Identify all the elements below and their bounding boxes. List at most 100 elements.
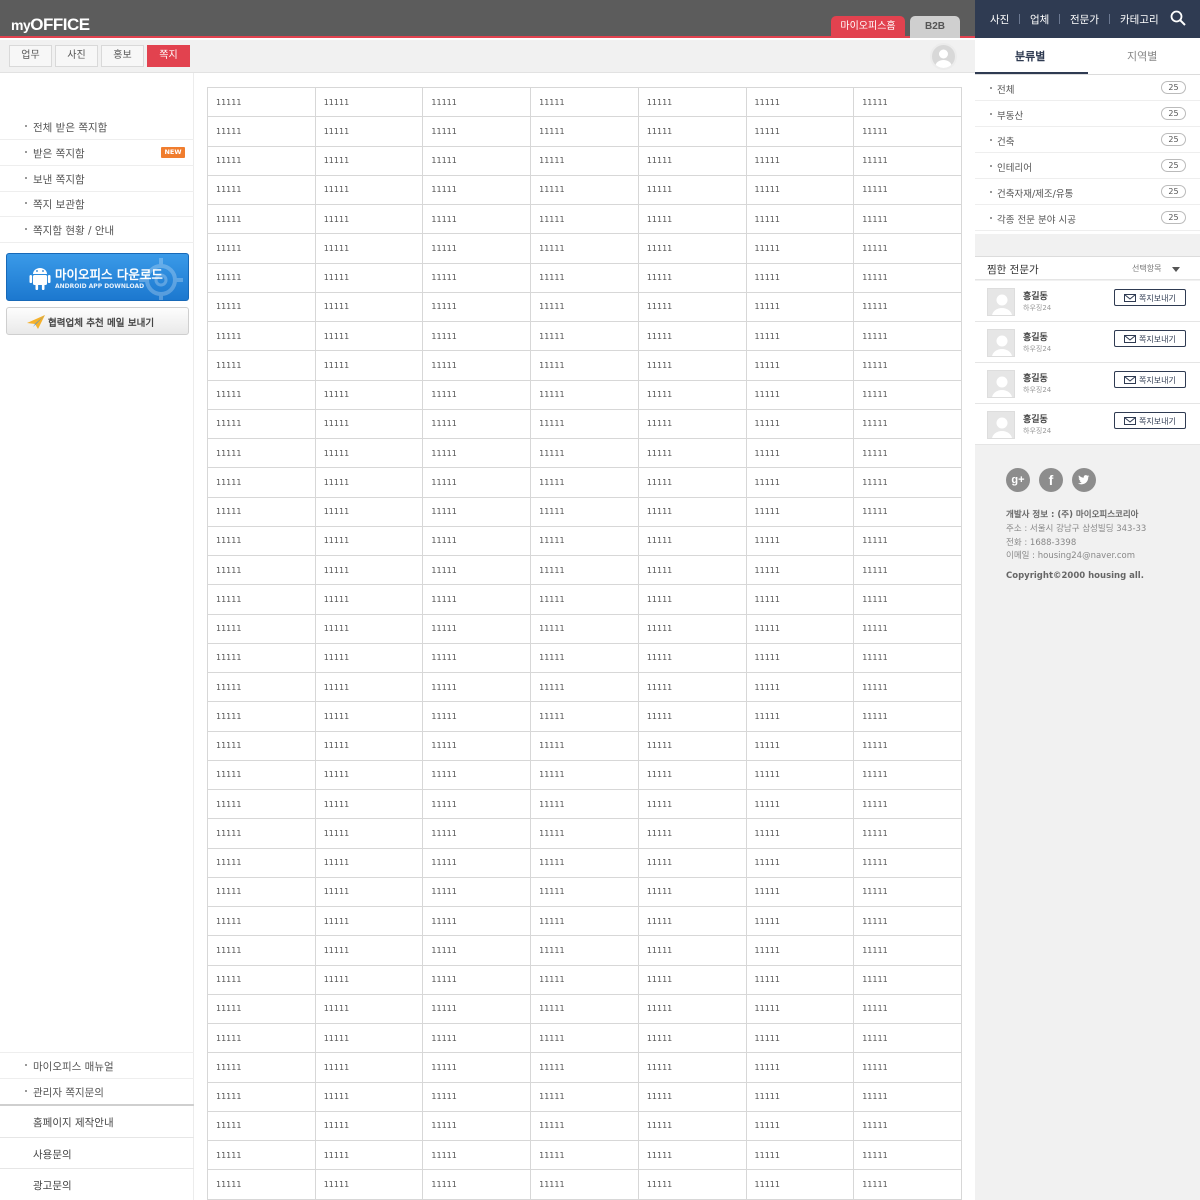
table-cell[interactable]: 11111: [530, 116, 639, 147]
table-cell[interactable]: 11111: [853, 876, 962, 908]
table-cell[interactable]: 11111: [530, 262, 639, 293]
table-cell[interactable]: 11111: [207, 233, 316, 264]
table-cell[interactable]: 11111: [745, 554, 855, 586]
table-cell[interactable]: 11111: [422, 1169, 532, 1200]
table-cell[interactable]: 11111: [314, 876, 424, 908]
table-cell[interactable]: 11111: [853, 467, 962, 498]
table-cell[interactable]: 11111: [745, 320, 855, 352]
table-cell[interactable]: 11111: [422, 262, 532, 293]
table-cell[interactable]: 11111: [530, 496, 639, 527]
table-cell[interactable]: 11111: [745, 1081, 855, 1112]
table-cell[interactable]: 11111: [422, 993, 532, 1025]
table-cell[interactable]: 11111: [530, 993, 639, 1025]
table-cell[interactable]: 11111: [853, 671, 962, 703]
table-cell[interactable]: 11111: [530, 554, 639, 586]
table-cell[interactable]: 11111: [207, 554, 316, 586]
table-cell[interactable]: 11111: [314, 847, 424, 878]
table-cell[interactable]: 11111: [530, 467, 639, 498]
table-cell[interactable]: 11111: [207, 964, 316, 995]
category-architecture[interactable]: 건축 25: [975, 127, 1200, 153]
table-cell[interactable]: 11111: [745, 905, 855, 937]
table-cell[interactable]: 11111: [530, 584, 639, 615]
table-cell[interactable]: 11111: [422, 818, 532, 849]
table-cell[interactable]: 11111: [745, 613, 855, 644]
partner-mail-button[interactable]: 협력업체 추천 메일 보내기: [6, 307, 189, 335]
table-cell[interactable]: 11111: [745, 1169, 855, 1200]
table-cell[interactable]: 11111: [637, 233, 747, 264]
table-cell[interactable]: 11111: [314, 525, 424, 557]
table-cell[interactable]: 11111: [530, 203, 639, 235]
table-cell[interactable]: 11111: [530, 964, 639, 995]
table-cell[interactable]: 11111: [207, 759, 316, 791]
table-cell[interactable]: 11111: [530, 437, 639, 469]
table-cell[interactable]: 11111: [207, 1052, 316, 1083]
table-cell[interactable]: 11111: [314, 584, 424, 615]
table-cell[interactable]: 11111: [422, 437, 532, 469]
table-cell[interactable]: 11111: [530, 145, 639, 176]
table-cell[interactable]: 11111: [422, 935, 532, 966]
table-cell[interactable]: 11111: [637, 964, 747, 995]
table-cell[interactable]: 11111: [745, 379, 855, 410]
table-cell[interactable]: 11111: [207, 905, 316, 937]
table-cell[interactable]: 11111: [853, 203, 962, 235]
table-cell[interactable]: 11111: [207, 1169, 316, 1200]
table-cell[interactable]: 11111: [745, 788, 855, 820]
table-cell[interactable]: 11111: [745, 642, 855, 674]
table-cell[interactable]: 11111: [637, 642, 747, 674]
table-cell[interactable]: 11111: [314, 350, 424, 381]
table-cell[interactable]: 11111: [745, 1052, 855, 1083]
table-cell[interactable]: 11111: [530, 1110, 639, 1142]
send-message-button[interactable]: 쪽지보내기: [1114, 412, 1186, 429]
table-cell[interactable]: 11111: [637, 408, 747, 440]
table-cell[interactable]: 11111: [314, 408, 424, 440]
table-cell[interactable]: 11111: [530, 320, 639, 352]
table-cell[interactable]: 11111: [745, 203, 855, 235]
google-plus-icon[interactable]: g+: [1006, 468, 1030, 492]
table-cell[interactable]: 11111: [207, 788, 316, 820]
table-cell[interactable]: 11111: [422, 847, 532, 878]
table-cell[interactable]: 11111: [314, 467, 424, 498]
table-cell[interactable]: 11111: [853, 935, 962, 966]
android-download-button[interactable]: 마이오피스 다운로드 ANDROID APP DOWNLOAD: [6, 253, 189, 301]
table-cell[interactable]: 11111: [853, 701, 962, 732]
table-cell[interactable]: 11111: [637, 379, 747, 410]
table-cell[interactable]: 11111: [422, 116, 532, 147]
table-cell[interactable]: 11111: [853, 320, 962, 352]
table-cell[interactable]: 11111: [530, 233, 639, 264]
menu-sent[interactable]: 보낸 쪽지함: [0, 166, 194, 192]
menu-homepage-guide[interactable]: 홈페이지 제작안내: [0, 1106, 194, 1137]
table-cell[interactable]: 11111: [745, 876, 855, 908]
table-cell[interactable]: 11111: [314, 964, 424, 995]
table-cell[interactable]: 11111: [853, 262, 962, 293]
table-cell[interactable]: 11111: [637, 525, 747, 557]
table-cell[interactable]: 11111: [637, 701, 747, 732]
table-cell[interactable]: 11111: [314, 1022, 424, 1054]
table-cell[interactable]: 11111: [745, 701, 855, 732]
table-cell[interactable]: 11111: [207, 437, 316, 469]
table-cell[interactable]: 11111: [422, 701, 532, 732]
table-cell[interactable]: 11111: [314, 671, 424, 703]
table-cell[interactable]: 11111: [530, 379, 639, 410]
table-cell[interactable]: 11111: [853, 847, 962, 878]
table-cell[interactable]: 11111: [637, 730, 747, 761]
table-cell[interactable]: 11111: [207, 262, 316, 293]
table-cell[interactable]: 11111: [314, 437, 424, 469]
table-cell[interactable]: 11111: [422, 1081, 532, 1112]
send-message-button[interactable]: 쪽지보내기: [1114, 289, 1186, 306]
table-cell[interactable]: 11111: [422, 788, 532, 820]
table-cell[interactable]: 11111: [422, 1110, 532, 1142]
table-cell[interactable]: 11111: [314, 320, 424, 352]
expert-avatar[interactable]: [987, 329, 1015, 357]
table-cell[interactable]: 11111: [853, 291, 962, 323]
table-cell[interactable]: 11111: [314, 203, 424, 235]
table-cell[interactable]: 11111: [637, 1139, 747, 1171]
table-cell[interactable]: 11111: [530, 876, 639, 908]
table-cell[interactable]: 11111: [637, 935, 747, 966]
table-cell[interactable]: 11111: [530, 525, 639, 557]
table-cell[interactable]: 11111: [314, 262, 424, 293]
table-cell[interactable]: 11111: [207, 1081, 316, 1112]
table-cell[interactable]: 11111: [637, 584, 747, 615]
logo[interactable]: myOFFICE: [11, 15, 90, 35]
table-cell[interactable]: 11111: [853, 554, 962, 586]
table-cell[interactable]: 11111: [207, 613, 316, 644]
